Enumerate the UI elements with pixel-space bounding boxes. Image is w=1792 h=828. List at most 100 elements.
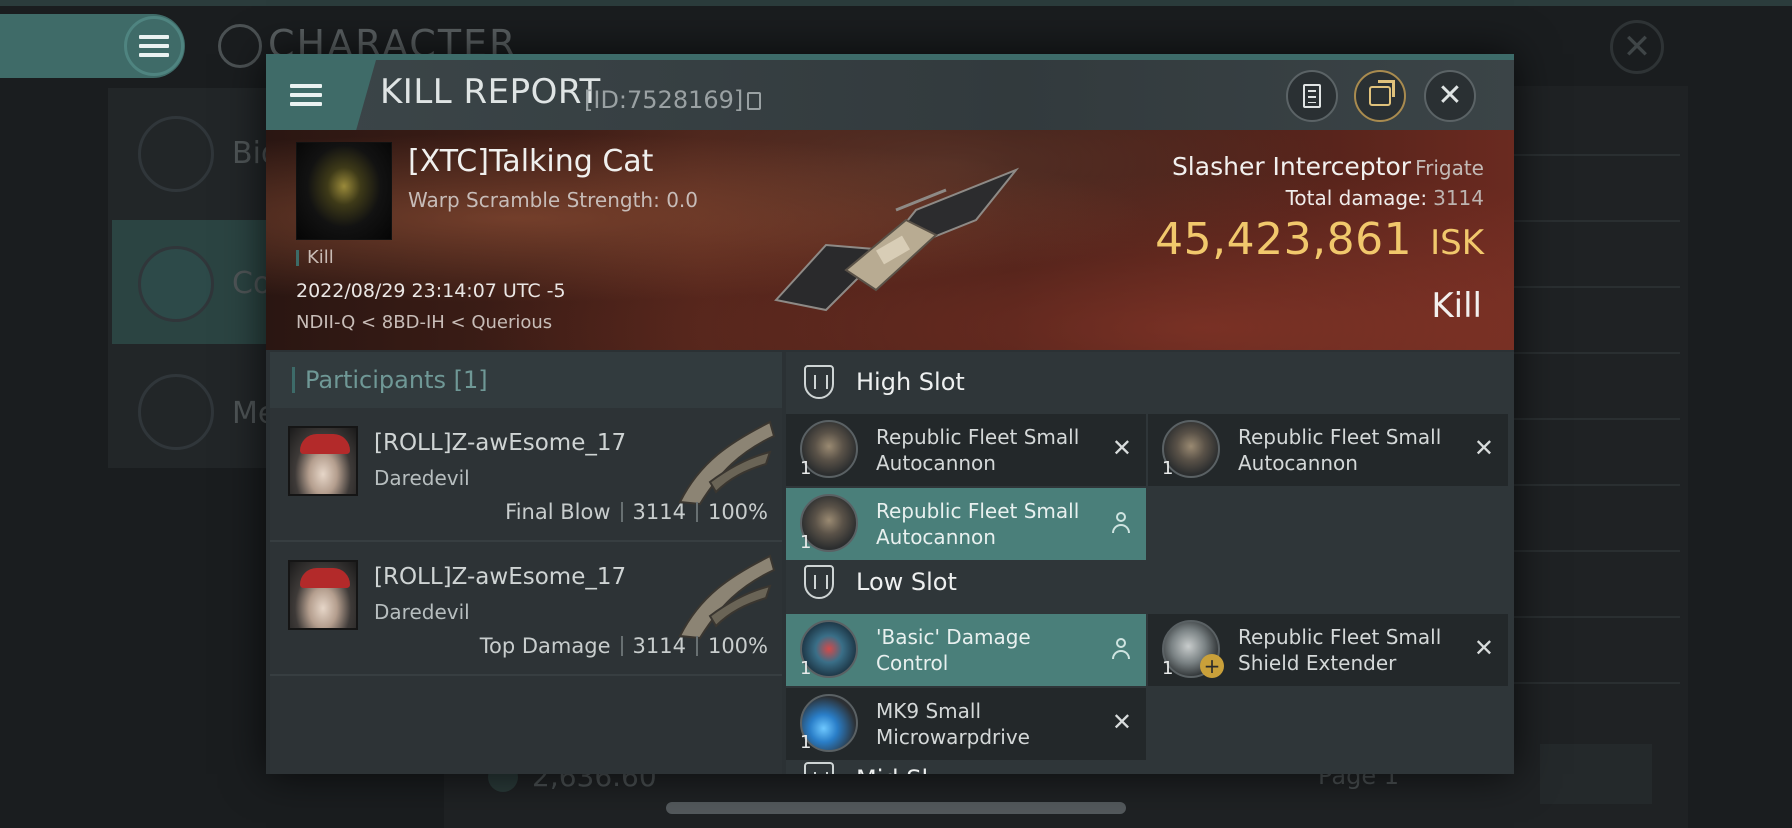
main-menu-button[interactable] xyxy=(124,16,184,76)
participant-damage: 3114 xyxy=(632,500,686,524)
participants-header: Participants [1] xyxy=(270,352,782,408)
isk-unit: ISK xyxy=(1430,223,1484,263)
export-button[interactable] xyxy=(1354,70,1406,122)
medal-icon[interactable] xyxy=(138,374,214,450)
close-button[interactable]: ✕ xyxy=(1424,70,1476,122)
total-damage-label: Total damage: xyxy=(1285,186,1428,210)
participant-avatar[interactable] xyxy=(288,560,358,630)
ship-name[interactable]: Slasher Interceptor Frigate xyxy=(1172,152,1484,181)
participant-ship: Daredevil xyxy=(374,466,470,490)
victim-banner: [XTC]Talking Cat Warp Scramble Strength:… xyxy=(266,130,1514,350)
kill-id-text: [ID:7528169] xyxy=(584,86,744,114)
participants-panel: Participants [1] [ROLL]Z-awEsome_17 Dare… xyxy=(270,352,782,774)
participants-count: [1] xyxy=(453,366,488,394)
participant-stats: Final Blow 3114 100% xyxy=(505,500,768,524)
module-name: Republic Fleet Small Autocannon xyxy=(876,499,1080,549)
dropped-icon xyxy=(1112,512,1130,534)
high-slot-label: High Slot xyxy=(856,368,965,396)
module-item[interactable]: 1 Republic Fleet Small Autocannon ✕ xyxy=(786,414,1146,486)
participant-name: [ROLL]Z-awEsome_17 xyxy=(374,564,627,590)
modal-title: KILL REPORT xyxy=(380,72,601,112)
mid-slot-header: Mid Sl xyxy=(786,762,1514,774)
module-quantity: 1 xyxy=(1162,458,1174,479)
destroyed-icon: ✕ xyxy=(1473,434,1494,462)
divider xyxy=(620,636,623,656)
background-top-line xyxy=(0,0,1792,6)
high-slot-header: High Slot xyxy=(786,352,1514,412)
home-indicator xyxy=(666,802,1126,814)
participant-role: Top Damage xyxy=(479,634,611,658)
participant-percent: 100% xyxy=(707,500,768,524)
module-name: Republic Fleet Small Autocannon xyxy=(876,425,1080,475)
close-icon: ✕ xyxy=(1437,78,1463,113)
mid-slot-icon xyxy=(804,762,834,774)
kill-location[interactable]: NDII-Q < 8BD-IH < Querious xyxy=(296,312,552,333)
participant-role: Final Blow xyxy=(505,500,611,524)
modal-menu-button[interactable] xyxy=(266,60,376,130)
kill-report-modal: KILL REPORT [ID:7528169] ✕ [XTC]Talking … xyxy=(266,54,1514,774)
isk-value: 45,423,861 xyxy=(1155,214,1413,265)
module-name: Republic Fleet Small Autocannon xyxy=(1238,425,1442,475)
participant-ship-image xyxy=(678,554,776,640)
module-item[interactable]: + 1 Republic Fleet Small Shield Extender… xyxy=(1148,614,1508,686)
ship-class: Frigate xyxy=(1415,156,1484,180)
low-slot-icon xyxy=(804,565,834,599)
participant-row[interactable]: [ROLL]Z-awEsome_17 Daredevil Top Damage … xyxy=(270,542,782,676)
mid-slot-label: Mid Sl xyxy=(856,765,928,774)
module-quantity: 1 xyxy=(800,732,812,753)
divider xyxy=(620,502,623,522)
participant-ship-image xyxy=(678,420,776,506)
modal-header: KILL REPORT [ID:7528169] ✕ xyxy=(266,60,1514,130)
victim-portrait[interactable] xyxy=(296,142,392,240)
participant-damage: 3114 xyxy=(632,634,686,658)
module-name: 'Basic' Damage Control xyxy=(876,625,1031,675)
module-quantity: 1 xyxy=(800,532,812,553)
bio-icon[interactable] xyxy=(138,116,214,192)
hamburger-icon xyxy=(290,84,322,106)
module-quantity: 1 xyxy=(800,458,812,479)
participant-ship: Daredevil xyxy=(374,600,470,624)
participant-name: [ROLL]Z-awEsome_17 xyxy=(374,430,627,456)
outcome-label: Kill xyxy=(1431,286,1482,326)
isk-value-row: 45,423,861 ISK xyxy=(1155,214,1484,265)
copy-icon[interactable] xyxy=(747,92,762,110)
low-slot-label: Low Slot xyxy=(856,568,957,596)
destroyed-icon: ✕ xyxy=(1111,708,1132,736)
destroyed-icon: ✕ xyxy=(1473,634,1494,662)
destroyed-icon: ✕ xyxy=(1111,434,1132,462)
plus-icon: + xyxy=(1200,654,1224,678)
participant-row[interactable]: [ROLL]Z-awEsome_17 Daredevil Final Blow … xyxy=(270,408,782,542)
filter-button[interactable] xyxy=(1540,744,1652,804)
document-button[interactable] xyxy=(1286,70,1338,122)
kill-tag: Kill xyxy=(296,249,334,267)
export-icon xyxy=(1369,80,1395,106)
divider xyxy=(695,636,698,656)
dropped-icon xyxy=(1112,638,1130,660)
module-item[interactable]: 1 Republic Fleet Small Autocannon xyxy=(786,488,1146,560)
fitting-panel: High Slot 1 Republic Fleet Small Autocan… xyxy=(786,352,1514,774)
victim-name[interactable]: [XTC]Talking Cat xyxy=(408,144,653,179)
module-quantity: 1 xyxy=(800,658,812,679)
kill-date: 2022/08/29 23:14:07 UTC -5 xyxy=(296,280,566,302)
character-icon xyxy=(218,24,262,68)
participant-percent: 100% xyxy=(707,634,768,658)
participant-stats: Top Damage 3114 100% xyxy=(480,634,768,658)
kill-id[interactable]: [ID:7528169] xyxy=(584,86,762,114)
victim-ship-image[interactable] xyxy=(766,150,1026,320)
ship-name-text: Slasher Interceptor xyxy=(1171,152,1412,181)
background-close-button[interactable]: ✕ xyxy=(1610,20,1664,74)
combat-icon[interactable] xyxy=(138,246,214,322)
low-slot-header: Low Slot xyxy=(786,552,1514,612)
participant-avatar[interactable] xyxy=(288,426,358,496)
background-list-rows xyxy=(1500,90,1680,730)
module-item[interactable]: 1 MK9 Small Microwarpdrive ✕ xyxy=(786,688,1146,760)
warp-scramble-strength: Warp Scramble Strength: 0.0 xyxy=(408,188,699,212)
module-name: Republic Fleet Small Shield Extender xyxy=(1238,625,1442,675)
module-quantity: 1 xyxy=(1162,658,1174,679)
module-item[interactable]: 1 Republic Fleet Small Autocannon ✕ xyxy=(1148,414,1508,486)
module-item[interactable]: 1 'Basic' Damage Control xyxy=(786,614,1146,686)
hamburger-icon xyxy=(139,35,169,57)
document-icon xyxy=(1303,84,1321,108)
divider xyxy=(695,502,698,522)
header-accent-bar xyxy=(292,367,295,393)
